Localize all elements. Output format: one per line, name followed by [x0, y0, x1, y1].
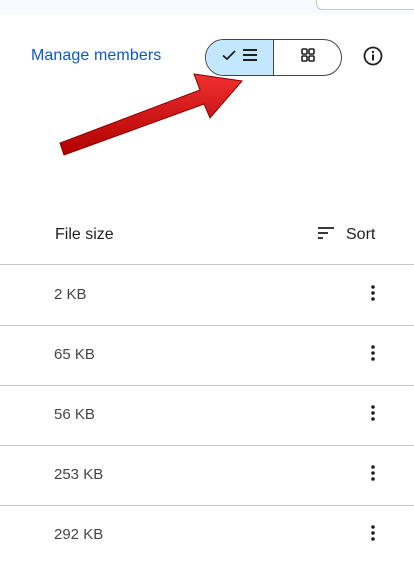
top-control[interactable]: [316, 0, 414, 10]
file-size-column-header[interactable]: File size: [55, 226, 114, 244]
more-options-button[interactable]: [363, 403, 383, 427]
annotation-arrow: [59, 73, 243, 156]
table-row[interactable]: 56 KB: [0, 385, 414, 446]
checkmark-icon: [221, 47, 237, 68]
file-size-cell: 292 KB: [54, 526, 104, 543]
more-options-button[interactable]: [363, 343, 383, 367]
file-size-cell: 65 KB: [54, 346, 95, 363]
sort-icon: [316, 225, 336, 246]
table-row[interactable]: 253 KB: [0, 445, 414, 506]
info-icon: [363, 46, 383, 71]
grid-icon: [300, 47, 316, 68]
table-header: File size Sort: [0, 206, 414, 265]
more-vert-icon: [370, 284, 376, 307]
grid-view-button[interactable]: [274, 40, 341, 75]
file-size-cell: 253 KB: [54, 466, 104, 483]
table-row[interactable]: 65 KB: [0, 325, 414, 386]
more-vert-icon: [370, 344, 376, 367]
file-size-cell: 2 KB: [54, 286, 87, 303]
more-options-button[interactable]: [363, 463, 383, 487]
more-vert-icon: [370, 464, 376, 487]
list-icon: [241, 47, 259, 68]
table-row[interactable]: 2 KB: [0, 265, 414, 326]
table-row[interactable]: 292 KB: [0, 505, 414, 565]
more-options-button[interactable]: [363, 283, 383, 307]
list-view-button[interactable]: [206, 40, 274, 75]
sort-label: Sort: [346, 226, 376, 243]
more-options-button[interactable]: [363, 523, 383, 547]
info-button[interactable]: [362, 46, 384, 71]
sort-button[interactable]: Sort: [316, 223, 375, 247]
view-toggle: [205, 39, 342, 76]
manage-members-link[interactable]: Manage members: [31, 47, 161, 65]
more-vert-icon: [370, 524, 376, 547]
file-size-cell: 56 KB: [54, 406, 95, 423]
more-vert-icon: [370, 404, 376, 427]
